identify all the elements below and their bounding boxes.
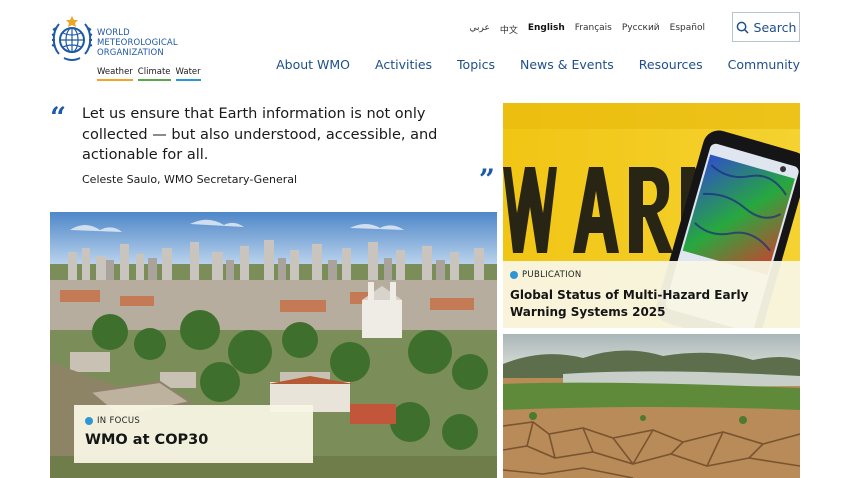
quote-text: Let us ensure that Earth information is … bbox=[82, 106, 438, 163]
cop30-kicker-text: IN FOCUS bbox=[97, 416, 141, 426]
quote-author: Celeste Saulo, WMO Secretary-General bbox=[82, 173, 298, 186]
main-nav: About WMO Activities Topics News & Event… bbox=[276, 57, 800, 72]
nav-about-wmo[interactable]: About WMO bbox=[276, 57, 350, 72]
cop30-label: IN FOCUS WMO at COP30 bbox=[74, 405, 313, 463]
nav-resources[interactable]: Resources bbox=[639, 57, 703, 72]
search-icon bbox=[736, 21, 749, 34]
tagline-climate: Climate bbox=[137, 67, 171, 81]
publication-kicker-text: PUBLICATION bbox=[522, 270, 582, 280]
secretary-general-quote: “ Let us ensure that Earth information i… bbox=[50, 104, 497, 199]
nav-community[interactable]: Community bbox=[728, 57, 800, 72]
lang-spanish[interactable]: Español bbox=[670, 23, 705, 36]
site-header: WORLD METEOROLOGICAL ORGANIZATION Weathe… bbox=[0, 0, 850, 90]
card-publication-early-warning[interactable]: PUBLICATION Global Status of Multi-Hazar… bbox=[503, 103, 800, 328]
wmo-logo[interactable]: WORLD METEOROLOGICAL ORGANIZATION Weathe… bbox=[50, 14, 220, 84]
lang-russian[interactable]: Русский bbox=[622, 23, 660, 36]
cop30-kicker: IN FOCUS bbox=[85, 416, 302, 426]
lang-french[interactable]: Français bbox=[575, 23, 612, 36]
org-name: WORLD METEOROLOGICAL ORGANIZATION bbox=[97, 28, 178, 59]
lang-english[interactable]: English bbox=[528, 23, 565, 36]
org-name-line: METEOROLOGICAL bbox=[97, 38, 178, 49]
language-switcher: عربي 中文 English Français Русский Español bbox=[469, 23, 705, 36]
tagline-weather: Weather bbox=[97, 67, 133, 81]
nav-activities[interactable]: Activities bbox=[375, 57, 432, 72]
wmo-emblem-icon bbox=[51, 16, 93, 61]
org-name-line: ORGANIZATION bbox=[97, 48, 164, 59]
publication-headline[interactable]: Global Status of Multi-Hazard Early Warn… bbox=[510, 287, 793, 321]
lang-arabic[interactable]: عربي bbox=[469, 23, 489, 36]
publication-label: PUBLICATION Global Status of Multi-Hazar… bbox=[503, 261, 800, 328]
kicker-dot-icon bbox=[510, 271, 518, 279]
search-button[interactable]: Search bbox=[732, 12, 800, 42]
tagline: Weather Climate Water bbox=[97, 67, 201, 81]
open-quote-mark: “ bbox=[50, 101, 67, 134]
close-quote-mark: ” bbox=[478, 163, 495, 196]
card-drought-landscape[interactable] bbox=[503, 334, 800, 478]
kicker-dot-icon bbox=[85, 417, 93, 425]
nav-topics[interactable]: Topics bbox=[457, 57, 495, 72]
cop30-headline[interactable]: WMO at COP30 bbox=[85, 432, 302, 448]
search-label: Search bbox=[753, 19, 797, 35]
nav-news-events[interactable]: News & Events bbox=[520, 57, 614, 72]
lang-chinese[interactable]: 中文 bbox=[500, 23, 518, 36]
cracked-earth-image bbox=[503, 334, 800, 478]
publication-kicker: PUBLICATION bbox=[510, 270, 793, 280]
org-name-line: WORLD bbox=[97, 28, 130, 38]
card-wmo-at-cop30[interactable]: IN FOCUS WMO at COP30 bbox=[50, 212, 497, 478]
tagline-water: Water bbox=[175, 67, 201, 81]
